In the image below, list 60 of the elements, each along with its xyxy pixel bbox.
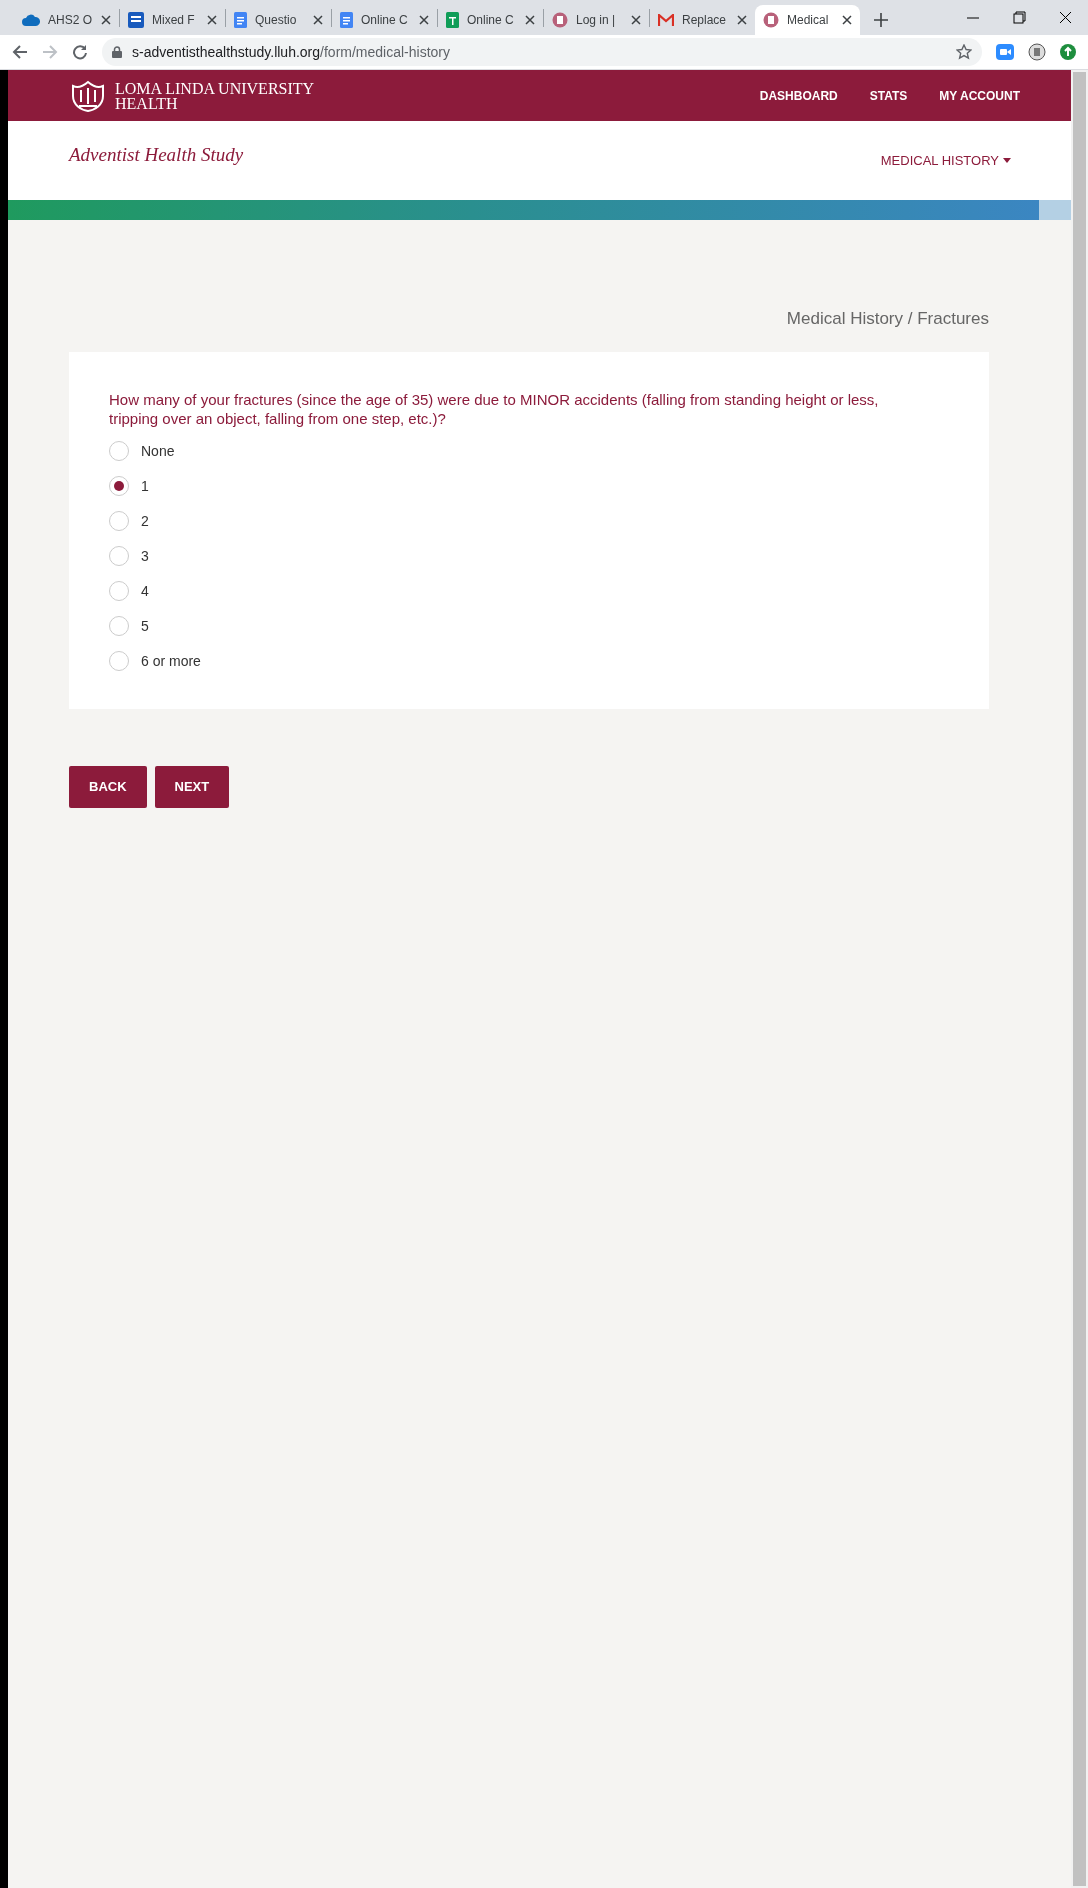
nav-link[interactable]: MY ACCOUNT (939, 86, 1020, 105)
browser-tab[interactable]: AHS2 O (14, 5, 119, 35)
nav-link[interactable]: STATS (869, 86, 908, 105)
close-icon[interactable] (313, 15, 323, 25)
crest-icon (763, 12, 779, 28)
crest-logo-icon (69, 79, 107, 112)
question-text: How many of your fractures (since the age of 35) were due to MINOR accidents (falling from standing height or less, tripping over an object, falling from one step, etc.)? (109, 389, 880, 428)
radio-button[interactable] (109, 441, 129, 461)
close-icon[interactable] (631, 15, 641, 25)
close-icon[interactable] (737, 15, 747, 25)
browser-tab[interactable]: Questio (226, 5, 331, 35)
site-title: Adventist Health Study (69, 143, 244, 168)
browser-tab[interactable]: Online C (438, 5, 543, 35)
address-field[interactable]: s-adventisthealthstudy.lluh.org/form/medical-history (102, 38, 982, 66)
option-label: 1 (141, 476, 149, 496)
close-icon[interactable] (207, 15, 217, 25)
browser-tab[interactable]: Mixed F (120, 5, 225, 35)
new-tab-icon[interactable] (874, 13, 888, 27)
document-icon (340, 12, 353, 28)
browser-tab[interactable]: Online C (332, 5, 437, 35)
crest-icon[interactable] (1028, 43, 1046, 61)
browser-tab[interactable]: Log in | (544, 5, 649, 35)
browser-tab[interactable]: Medical (755, 5, 860, 35)
option-label: 2 (141, 511, 149, 531)
document-icon (234, 12, 247, 28)
radio-button[interactable] (109, 581, 129, 601)
caret-icon (1003, 158, 1011, 163)
mail-icon (658, 14, 674, 26)
radio-button[interactable] (109, 546, 129, 566)
option-label: 5 (141, 616, 149, 636)
scrollbar[interactable] (1071, 70, 1088, 1888)
close-icon[interactable] (525, 15, 535, 25)
crest-icon (552, 12, 568, 28)
option-label: 3 (141, 546, 149, 566)
close-icon[interactable] (842, 15, 852, 25)
close-icon[interactable] (101, 15, 111, 25)
radio-button[interactable] (109, 511, 129, 531)
reload-icon[interactable] (72, 44, 88, 60)
radio-button[interactable] (109, 616, 129, 636)
radio-button[interactable] (109, 651, 129, 671)
option-label: 6 or more (141, 651, 201, 671)
close-icon[interactable] (419, 15, 429, 25)
radio-button[interactable] (109, 476, 129, 496)
nav-link[interactable]: DASHBOARD (759, 86, 838, 105)
video-camera-icon[interactable] (996, 44, 1014, 60)
breadcrumb-text: Medical History / Fractures (785, 308, 989, 330)
lock-icon (112, 46, 122, 58)
logo-text: LOMA LINDA UNIVERSITY HEALTH (115, 80, 315, 111)
option-label: None (141, 441, 175, 461)
cloud-icon (22, 14, 40, 26)
document-icon (128, 12, 144, 28)
nav-button[interactable]: BACK (69, 765, 147, 808)
url-text: s-adventisthealthstudy.lluh.org/form/medical-history (132, 42, 450, 62)
browser-tab[interactable]: Replace (650, 5, 755, 35)
back-arrow-icon[interactable] (12, 44, 28, 60)
nav-button[interactable]: NEXT (154, 765, 230, 808)
dropdown-menu-link[interactable]: MEDICAL HISTORY (880, 150, 1011, 171)
spreadsheet-icon (446, 12, 459, 28)
star-icon[interactable] (956, 44, 972, 60)
option-label: 4 (141, 581, 149, 601)
